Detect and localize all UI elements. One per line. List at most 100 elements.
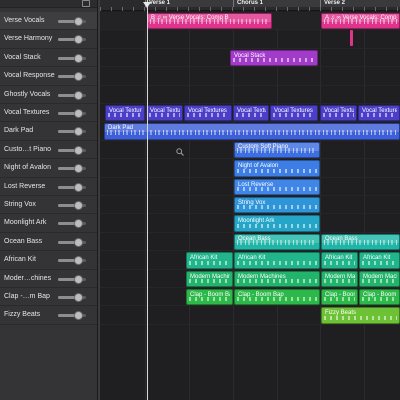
track-name[interactable]: Moonlight Ark [4,218,59,227]
volume-knob[interactable] [73,311,83,321]
track-volume-slider[interactable] [58,164,86,174]
region-clap-m-bap[interactable]: Clap - Boom Bap [234,289,320,306]
region-vocal-textures[interactable]: Vocal Textur [146,105,183,122]
volume-knob[interactable] [73,145,83,155]
region-moder-chines[interactable]: Modern Machines [186,270,233,287]
region-custo-t-piano[interactable]: Custom Soft Piano [234,141,320,159]
volume-knob[interactable] [73,182,83,192]
track-volume-slider[interactable] [58,237,86,247]
track-name[interactable]: Clap -…m Bap [4,292,59,301]
region-moder-chines[interactable]: Modern Machines [359,270,400,287]
track-volume-slider[interactable] [58,72,86,82]
track-header-moder-chines[interactable]: Moder…chines [0,270,97,288]
track-volume-slider[interactable] [58,109,86,118]
region-clap-m-bap[interactable]: Clap - Boom Bap [359,289,400,306]
track-header-dark-pad[interactable]: Dark Pad [0,122,97,141]
track-options-button[interactable] [82,0,90,7]
playhead-line[interactable] [147,0,148,400]
region-clap-m-bap[interactable]: Clap - Boom Bap [321,289,358,306]
region-night-of-avalon[interactable]: Night of Avalon [234,160,320,177]
region-lost-reverse[interactable]: Lost Reverse [234,178,320,195]
track-volume-slider[interactable] [58,293,86,302]
track-header-verse-harmony[interactable]: Verse Harmony [0,30,97,49]
track-lane[interactable] [100,30,400,49]
track-volume-slider[interactable] [58,201,86,210]
volume-knob[interactable] [73,164,83,174]
volume-knob[interactable] [73,237,83,247]
region-dark-pad[interactable]: Dark Pad [104,123,400,140]
region-moder-chines[interactable]: Modern Machines [321,270,358,287]
track-name[interactable]: Fizzy Beats [4,310,59,319]
track-header-fizzy-beats[interactable]: Fizzy Beats [0,306,97,325]
volume-knob[interactable] [73,127,83,137]
track-volume-slider[interactable] [58,311,86,321]
region-fizzy-beats[interactable]: Fizzy Beats [321,307,400,324]
track-name[interactable]: Dark Pad [4,126,59,135]
track-name[interactable]: Verse Harmony [4,34,59,43]
track-header-moonlight-ark[interactable]: Moonlight Ark [0,214,97,233]
tracks-area[interactable]: Verse 1 Chorus 1 Verse 2 B ♫ ∞ Verse Vocal… [100,0,400,400]
track-lane[interactable] [100,86,400,104]
marker-verse-2[interactable]: Verse 2 [320,0,400,7]
volume-knob[interactable] [73,201,83,210]
region-african-kit[interactable]: African Kit [234,252,320,269]
track-header-vocal-response[interactable]: Vocal Response [0,67,97,86]
volume-knob[interactable] [73,274,83,284]
track-lane[interactable] [100,67,400,86]
track-header-vocal-stack[interactable]: Vocal Stack [0,49,97,68]
track-volume-slider[interactable] [58,35,86,45]
track-name[interactable]: Custo…t Piano [4,145,59,154]
track-volume-slider[interactable] [58,127,86,137]
region-vocal-textures[interactable]: Vocal Textures [184,105,232,122]
volume-knob[interactable] [73,35,83,45]
volume-knob[interactable] [73,109,83,118]
track-header-string-vox[interactable]: String Vox [0,196,97,215]
track-name[interactable]: String Vox [4,200,59,209]
track-volume-slider[interactable] [58,53,86,63]
marker-chorus-1[interactable]: Chorus 1 [233,0,320,7]
track-volume-slider[interactable] [58,17,86,26]
region-verse-vocals[interactable]: A ♫ ∞ Verse Vocals: Comp [321,13,400,30]
region-vocal-textures[interactable]: Vocal Textures [270,105,318,122]
track-header-lost-reverse[interactable]: Lost Reverse [0,178,97,196]
region-african-kit[interactable]: African Kit [359,252,400,269]
marker-verse-1[interactable]: Verse 1 [145,0,233,7]
track-header-african-kit[interactable]: African Kit [0,251,97,270]
track-name[interactable]: Moder…chines [4,274,59,283]
track-volume-slider[interactable] [58,274,86,284]
playhead-handle-icon[interactable] [143,2,151,8]
region-ocean-bass[interactable]: Ocean Bass [234,233,320,251]
region-ocean-bass[interactable]: Ocean Bass [321,233,400,251]
track-volume-slider[interactable] [58,90,86,100]
region-vocal-textures[interactable]: Vocal Texture [358,105,400,122]
track-name[interactable]: African Kit [4,255,59,264]
region-verse-vocals[interactable]: B ♫ ∞ Verse Vocals: Comp B [147,13,272,30]
track-header-vocal-textures[interactable]: Vocal Textures [0,104,97,123]
track-header-ghostly-vocals[interactable]: Ghostly Vocals [0,86,97,104]
region-vocal-stack[interactable]: Vocal Stack [230,49,318,67]
track-header-night-of-avalon[interactable]: Night of Avalon [0,159,97,178]
region-string-vox[interactable]: String Vox [234,197,320,214]
track-volume-slider[interactable] [58,182,86,192]
region-vocal-textures[interactable]: Vocal Textur [233,105,269,122]
region-vocal-textures[interactable]: Vocal Textur [320,105,357,122]
track-name[interactable]: Vocal Textures [4,108,59,117]
track-name[interactable]: Lost Reverse [4,182,59,191]
volume-knob[interactable] [73,256,83,266]
track-volume-slider[interactable] [58,145,86,155]
region-moonlight-ark[interactable]: Moonlight Ark [234,215,320,232]
track-name[interactable]: Vocal Response [4,71,59,80]
track-name[interactable]: Night of Avalon [4,163,59,172]
volume-knob[interactable] [73,72,83,82]
region-african-kit[interactable]: African Kit [321,252,358,269]
track-header-ocean-bass[interactable]: Ocean Bass [0,233,97,252]
region-vocal-textures[interactable]: Vocal Texture [105,105,145,122]
volume-knob[interactable] [73,53,83,63]
track-volume-slider[interactable] [58,256,86,266]
track-header-verse-vocals[interactable]: Verse Vocals [0,12,97,31]
volume-knob[interactable] [73,17,83,26]
track-header-clap-m-bap[interactable]: Clap -…m Bap [0,288,97,307]
volume-knob[interactable] [73,219,83,229]
track-header-custo-t-piano[interactable]: Custo…t Piano [0,141,97,160]
volume-knob[interactable] [73,90,83,100]
